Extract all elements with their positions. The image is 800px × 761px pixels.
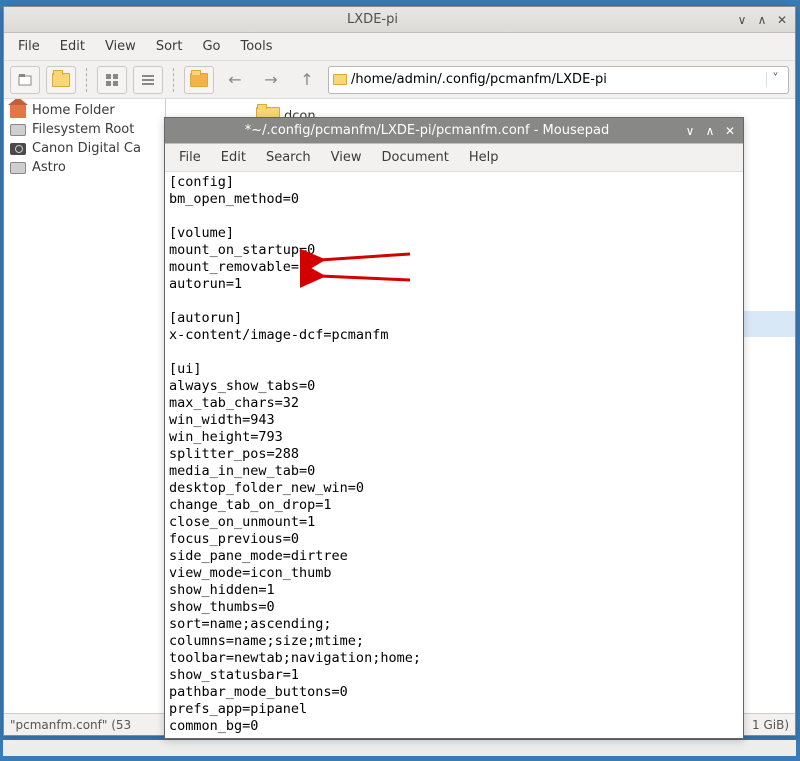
- mousepad-title: *~/.config/pcmanfm/LXDE-pi/pcmanfm.conf …: [171, 123, 683, 138]
- open-folder-button[interactable]: [46, 66, 76, 94]
- forward-button[interactable]: →: [256, 66, 286, 94]
- status-right: 1 GiB): [752, 718, 789, 732]
- editor-textarea[interactable]: [config] bm_open_method=0 [volume] mount…: [165, 172, 743, 738]
- pcmanfm-window-controls: ∨ ∧ ✕: [735, 13, 789, 27]
- maximize-icon[interactable]: ∧: [755, 13, 769, 27]
- disk-icon: [10, 124, 26, 136]
- arrow-left-icon: ←: [228, 70, 241, 89]
- menu-file[interactable]: File: [10, 36, 48, 57]
- pcmanfm-titlebar[interactable]: LXDE-pi ∨ ∧ ✕: [4, 7, 795, 33]
- home-button[interactable]: [184, 66, 214, 94]
- menu-view[interactable]: View: [323, 147, 370, 168]
- list-view-button[interactable]: [133, 66, 163, 94]
- home-icon: [10, 104, 26, 118]
- close-icon[interactable]: ✕: [775, 13, 789, 27]
- path-input[interactable]: [351, 72, 766, 87]
- sidebar-item-filesystem[interactable]: Filesystem Root: [6, 120, 163, 139]
- path-dropdown-icon[interactable]: ˅: [766, 72, 784, 87]
- menu-go[interactable]: Go: [194, 36, 228, 57]
- disk-icon: [10, 162, 26, 174]
- sidebar-item-label: Filesystem Root: [32, 122, 134, 137]
- taskbar[interactable]: [3, 740, 796, 756]
- mousepad-window: *~/.config/pcmanfm/LXDE-pi/pcmanfm.conf …: [164, 117, 744, 739]
- home-folder-icon: [190, 73, 208, 87]
- menu-search[interactable]: Search: [258, 147, 319, 168]
- menu-edit[interactable]: Edit: [52, 36, 93, 57]
- sidebar-item-astro[interactable]: Astro: [6, 158, 163, 177]
- new-tab-button[interactable]: [10, 66, 40, 94]
- sidebar-item-label: Astro: [32, 160, 66, 175]
- icon-view-icon: [104, 72, 120, 88]
- sidebar-item-camera[interactable]: Canon Digital Ca: [6, 139, 163, 158]
- maximize-icon[interactable]: ∧: [703, 124, 717, 138]
- mousepad-titlebar[interactable]: *~/.config/pcmanfm/LXDE-pi/pcmanfm.conf …: [165, 118, 743, 144]
- menu-help[interactable]: Help: [461, 147, 507, 168]
- sidebar-item-label: Canon Digital Ca: [32, 141, 141, 156]
- sidebar-item-home[interactable]: Home Folder: [6, 101, 163, 120]
- menu-document[interactable]: Document: [373, 147, 456, 168]
- menu-file[interactable]: File: [171, 147, 209, 168]
- icon-view-button[interactable]: [97, 66, 127, 94]
- toolbar-separator: [86, 68, 87, 92]
- list-view-icon: [140, 72, 156, 88]
- mousepad-menubar: File Edit Search View Document Help: [165, 144, 743, 172]
- pcmanfm-menubar: File Edit View Sort Go Tools: [4, 33, 795, 61]
- path-bar[interactable]: ˅: [328, 66, 789, 94]
- mousepad-window-controls: ∨ ∧ ✕: [683, 124, 737, 138]
- places-sidebar: Home Folder Filesystem Root Canon Digita…: [4, 99, 166, 713]
- menu-tools[interactable]: Tools: [233, 36, 281, 57]
- menu-edit[interactable]: Edit: [213, 147, 254, 168]
- folder-icon: [52, 73, 70, 87]
- menu-view[interactable]: View: [97, 36, 144, 57]
- up-button[interactable]: ↑: [292, 66, 322, 94]
- back-button[interactable]: ←: [220, 66, 250, 94]
- close-icon[interactable]: ✕: [723, 124, 737, 138]
- minimize-icon[interactable]: ∨: [735, 13, 749, 27]
- camera-icon: [10, 143, 26, 155]
- pcmanfm-toolbar: ← → ↑ ˅: [4, 61, 795, 99]
- arrow-right-icon: →: [264, 70, 277, 89]
- new-tab-icon: [17, 72, 33, 88]
- pcmanfm-title: LXDE-pi: [10, 12, 735, 27]
- folder-icon: [333, 74, 347, 85]
- minimize-icon[interactable]: ∨: [683, 124, 697, 138]
- menu-sort[interactable]: Sort: [148, 36, 191, 57]
- sidebar-item-label: Home Folder: [32, 103, 115, 118]
- toolbar-separator: [173, 68, 174, 92]
- arrow-up-icon: ↑: [300, 70, 313, 89]
